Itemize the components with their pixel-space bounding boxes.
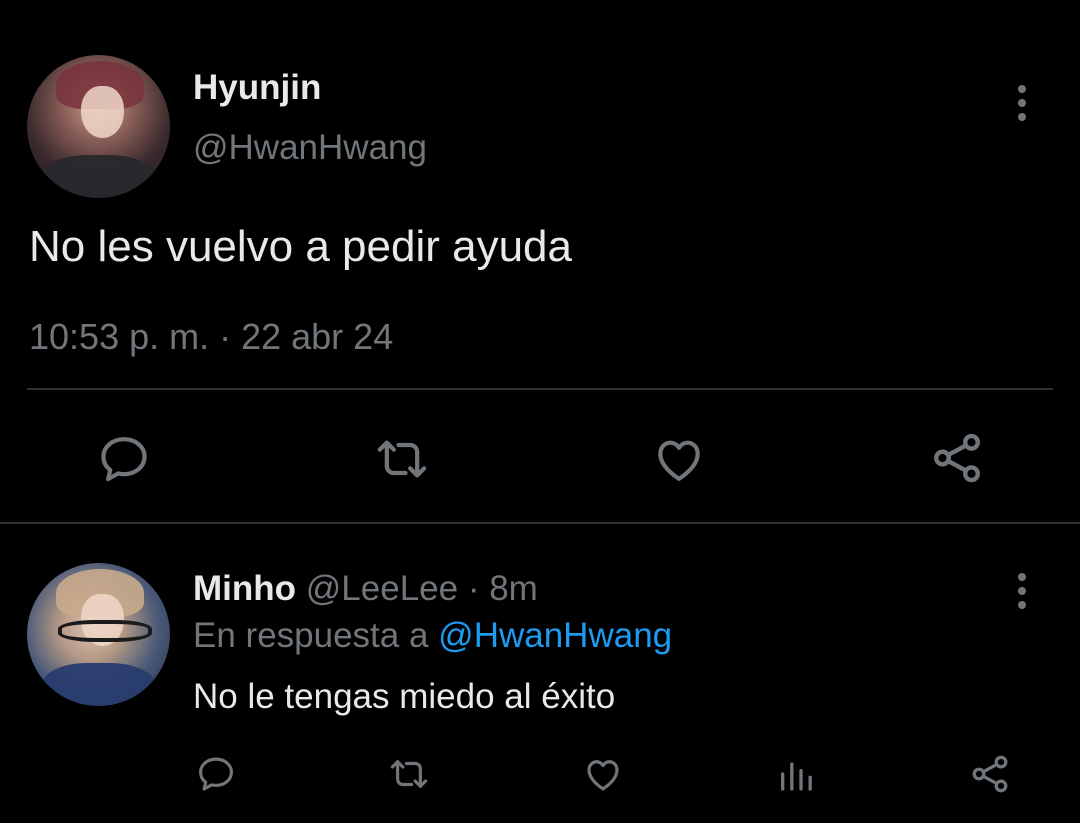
- reply-header: Minho @LeeLee · 8m: [193, 569, 538, 609]
- author-handle[interactable]: @HwanHwang: [193, 128, 427, 168]
- like-icon[interactable]: [582, 753, 624, 795]
- separator: ·: [467, 569, 480, 608]
- retweet-icon[interactable]: [386, 753, 432, 795]
- more-options-icon[interactable]: [1016, 85, 1028, 121]
- reply-author-name[interactable]: Minho: [193, 569, 296, 608]
- share-icon[interactable]: [968, 752, 1012, 796]
- divider: [27, 388, 1053, 390]
- tweet-timestamp[interactable]: 10:53 p. m. · 22 abr 24: [29, 316, 393, 358]
- reply-author-avatar[interactable]: [27, 563, 170, 706]
- reply-icon[interactable]: [96, 431, 152, 487]
- divider: [0, 522, 1080, 524]
- reply-more-options-icon[interactable]: [1016, 573, 1028, 609]
- share-icon[interactable]: [928, 429, 986, 487]
- replying-to: En respuesta a @HwanHwang: [193, 616, 672, 656]
- reply-text: No le tengas miedo al éxito: [193, 677, 616, 716]
- views-icon[interactable]: [776, 753, 816, 795]
- retweet-icon[interactable]: [372, 431, 432, 487]
- tweet-text: No les vuelvo a pedir ayuda: [29, 222, 572, 271]
- author-avatar[interactable]: [27, 55, 170, 198]
- author-name[interactable]: Hyunjin: [193, 68, 321, 108]
- reply-icon[interactable]: [195, 753, 237, 795]
- replying-to-mention[interactable]: @HwanHwang: [438, 616, 672, 655]
- replying-to-prefix: En respuesta a: [193, 616, 429, 655]
- reply-time[interactable]: 8m: [489, 569, 538, 608]
- reply-author-handle[interactable]: @LeeLee: [306, 569, 458, 608]
- like-icon[interactable]: [651, 431, 707, 487]
